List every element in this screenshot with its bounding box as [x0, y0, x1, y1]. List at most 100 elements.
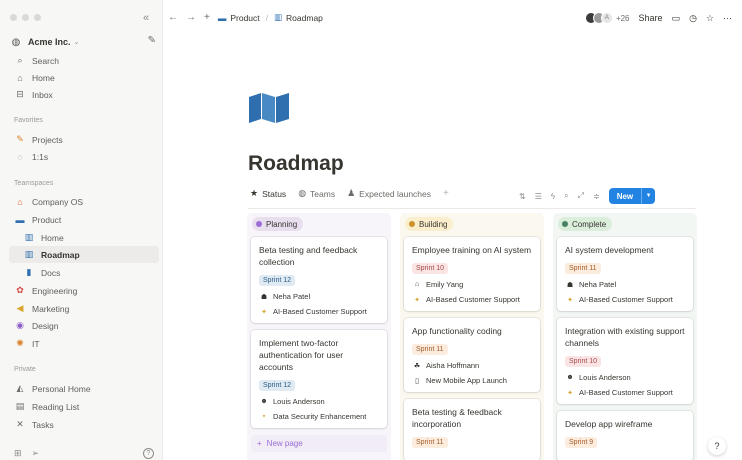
card-title: Beta testing & feedback incorporation	[412, 407, 502, 429]
sort-icon[interactable]: ⇅	[519, 192, 526, 201]
sidebar-item-design[interactable]: ◉ Design	[9, 317, 159, 334]
workspace-switcher[interactable]: ◍ Acme Inc. ⌄ ✎	[10, 35, 156, 49]
sidebar-item-marketing[interactable]: ◀ Marketing	[9, 300, 159, 317]
tab-teams[interactable]: ◍ Teams	[298, 188, 335, 199]
sidebar-item-search[interactable]: ⌕ Search	[9, 52, 159, 69]
sidebar-item-personal-home[interactable]: ◭ Personal Home	[9, 380, 159, 397]
new-page-label: New page	[266, 439, 303, 448]
sidebar-item-product-home[interactable]: ▥ Home	[9, 229, 159, 246]
filter-icon[interactable]: ☰	[535, 192, 542, 201]
new-button-label[interactable]: New	[609, 188, 641, 204]
forward-arrow-icon[interactable]: →	[186, 12, 196, 23]
sidebar-item-label: Search	[32, 55, 59, 66]
board-column-complete: Complete AI system development Sprint 11…	[553, 213, 697, 460]
column-header[interactable]: Planning	[252, 217, 304, 231]
share-button[interactable]: Share	[639, 13, 663, 23]
card-project: ✦ AI-Based Customer Support	[565, 388, 685, 397]
minimize-window-button[interactable]	[22, 14, 29, 21]
help-question-icon[interactable]: ?	[708, 437, 726, 455]
settings-sliders-icon[interactable]: ≑	[593, 192, 600, 201]
column-title: Building	[419, 219, 448, 229]
card-project: ▪ Data Security Enhancement	[259, 412, 379, 421]
more-options-icon[interactable]: ···	[723, 13, 732, 23]
tab-status[interactable]: ★ Status	[250, 188, 286, 199]
zoom-window-button[interactable]	[34, 14, 41, 21]
sidebar-item-reading-list[interactable]: ▤ Reading List	[9, 398, 159, 415]
new-page-compose-icon[interactable]: ✎	[148, 35, 156, 46]
board-card[interactable]: Develop app wireframe Sprint 9	[557, 411, 693, 460]
breadcrumb: ▬ Product / ▥ Roadmap	[218, 12, 323, 23]
card-project: ✦ AI-Based Customer Support	[259, 307, 379, 316]
laptop-icon: ▬	[15, 214, 25, 225]
owner-name: Neha Patel	[273, 292, 311, 301]
card-title: Implement two-factor authentication for …	[259, 338, 344, 372]
sidebar-item-roadmap[interactable]: ▥ Roadmap	[9, 246, 159, 263]
card-project: ✦ AI-Based Customer Support	[412, 295, 532, 304]
column-header[interactable]: Complete	[558, 217, 613, 231]
sprint-tag: Sprint 10	[565, 356, 602, 367]
send-icon[interactable]: ➢	[32, 448, 40, 459]
board-card[interactable]: Integration with existing support channe…	[557, 318, 693, 404]
expand-icon[interactable]: ⤢	[578, 191, 584, 201]
board-card[interactable]: AI system development Sprint 11 ☗ Neha Pa…	[557, 237, 693, 311]
favorites-heading: Favorites	[14, 117, 43, 124]
sidebar-item-one-on-ones[interactable]: ◌ 1:1s	[9, 148, 159, 165]
column-header[interactable]: Building	[405, 217, 454, 231]
sidebar-item-projects[interactable]: ✎ Projects	[9, 131, 159, 148]
person-icon: ☻	[566, 374, 574, 381]
sidebar-item-label: 1:1s	[32, 151, 49, 162]
back-arrow-icon[interactable]: ←	[168, 12, 178, 23]
sidebar-item-product[interactable]: ▬ Product	[9, 211, 159, 228]
chevron-down-icon[interactable]: ▼	[641, 188, 655, 204]
board-card[interactable]: Implement two-factor authentication for …	[251, 330, 387, 428]
breadcrumb-product[interactable]: Product	[230, 13, 259, 23]
sprint-tag: Sprint 11	[565, 263, 601, 274]
sidebar-item-engineering[interactable]: ✿ Engineering	[9, 282, 159, 299]
board-card[interactable]: App functionality coding Sprint 11 ☘ Aish…	[404, 318, 540, 392]
add-icon[interactable]: +	[204, 12, 210, 23]
favorite-star-icon[interactable]: ☆	[706, 13, 714, 24]
tab-label: Teams	[310, 188, 336, 199]
templates-icon[interactable]: ⊞	[14, 448, 22, 459]
history-clock-icon[interactable]: ◷	[689, 13, 697, 24]
pencil-icon: ✎	[16, 134, 24, 144]
collaborator-avatars[interactable]: A +26	[584, 12, 630, 24]
board-card[interactable]: Employee training on AI system Sprint 10…	[404, 237, 540, 311]
sidebar-item-label: Docs	[41, 267, 61, 278]
owner-name: Aisha Hoffmann	[426, 361, 480, 370]
board-card[interactable]: Beta testing and feedback collection Spr…	[251, 237, 387, 323]
sidebar-item-label: Personal Home	[32, 383, 91, 394]
project-name: AI-Based Customer Support	[273, 307, 367, 316]
owner-name: Neha Patel	[579, 280, 617, 289]
sidebar-item-label: Reading List	[32, 401, 80, 412]
breadcrumb-roadmap[interactable]: Roadmap	[286, 13, 323, 23]
globe-icon: ◍	[11, 36, 21, 48]
column-title: Complete	[572, 219, 607, 229]
sidebar-item-home[interactable]: ⌂ Home	[9, 69, 159, 86]
close-window-button[interactable]	[10, 14, 17, 21]
sidebar-item-tasks[interactable]: ✕ Tasks	[9, 416, 159, 433]
sidebar-item-inbox[interactable]: ⊟ Inbox	[9, 86, 159, 103]
card-owner: ☻ Louis Anderson	[565, 373, 685, 382]
sidebar-item-company-os[interactable]: ⌂ Company OS	[9, 193, 159, 210]
new-button[interactable]: New ▼	[608, 188, 656, 204]
search-icon: ⌕	[17, 55, 23, 65]
page-title[interactable]: Roadmap	[248, 152, 344, 176]
board-card[interactable]: Beta testing & feedback incorporation Sp…	[404, 399, 540, 460]
sidebar-item-docs[interactable]: ▮ Docs	[9, 264, 159, 281]
lock-icon: ▪	[262, 413, 266, 420]
collapse-sidebar-icon[interactable]: «	[143, 12, 149, 24]
new-page-button[interactable]: + New page	[251, 435, 387, 452]
card-title: Employee training on AI system	[412, 245, 532, 255]
automation-bolt-icon[interactable]: ϟ	[551, 192, 555, 201]
sidebar-item-label: Home	[32, 72, 55, 83]
search-icon[interactable]: ⌕	[564, 191, 568, 201]
comments-icon[interactable]: ▭	[672, 13, 681, 24]
page-map-icon[interactable]	[249, 93, 289, 125]
tab-expected-launches[interactable]: ♟ Expected launches	[347, 188, 431, 199]
person-icon: ⌂	[414, 281, 420, 288]
add-view-icon[interactable]: +	[443, 188, 449, 199]
help-icon[interactable]: ?	[143, 448, 154, 459]
sidebar-item-it[interactable]: ✺ IT	[9, 335, 159, 352]
gear-icon: ✿	[16, 285, 24, 295]
